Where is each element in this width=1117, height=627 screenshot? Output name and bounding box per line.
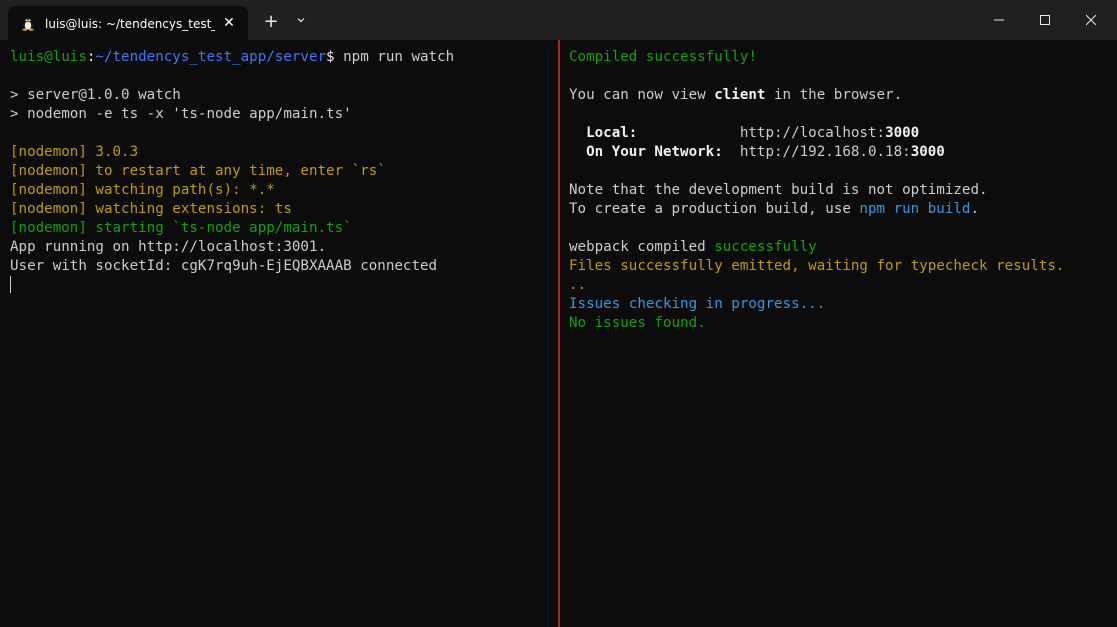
prompt-dollar: $ xyxy=(326,49,344,65)
network-port: 3000 xyxy=(910,144,945,160)
left-terminal-pane[interactable]: luis@luis:~/tendencys_test_app/server$ n… xyxy=(0,40,557,627)
new-tab-button[interactable]: + xyxy=(257,10,285,34)
maximize-button[interactable] xyxy=(1022,0,1068,40)
issues-checking-line: Issues checking in progress... xyxy=(569,296,826,312)
files-emitted-line: Files successfully emitted, waiting for … xyxy=(569,258,1065,274)
view-prefix: You can now view xyxy=(569,87,715,103)
linux-penguin-icon xyxy=(20,15,36,31)
maximize-icon xyxy=(1040,15,1050,25)
title-bar: luis@luis: ~/tendencys_test_a ✕ + xyxy=(0,0,1117,40)
nodemon-line: [nodemon] to restart at any time, enter … xyxy=(10,163,386,179)
webpack-status: successfully xyxy=(714,239,817,255)
chevron-down-icon xyxy=(297,18,305,23)
note-line: To create a production build, use npm ru… xyxy=(569,200,1113,219)
network-line: On Your Network: http://192.168.0.18:300… xyxy=(569,143,1113,162)
nodemon-line: [nodemon] starting `ts-node app/main.ts` xyxy=(10,220,352,236)
script-line: > nodemon -e ts -x 'ts-node app/main.ts' xyxy=(10,106,352,122)
view-line: You can now view client in the browser. xyxy=(569,86,1113,105)
nodemon-line: [nodemon] watching extensions: ts xyxy=(10,201,292,217)
compiled-line: Compiled successfully! xyxy=(569,49,757,65)
prompt-path: ~/tendencys_test_app/server xyxy=(95,49,327,65)
minimize-icon xyxy=(994,19,1004,21)
prompt-user: luis@luis xyxy=(10,49,87,65)
note-suffix: . xyxy=(970,201,980,217)
note-line: Note that the development build is not o… xyxy=(569,182,988,198)
files-emitted-dots: .. xyxy=(569,277,587,293)
view-suffix: in the browser. xyxy=(765,87,903,103)
webpack-prefix: webpack compiled xyxy=(569,239,715,255)
network-url: http://192.168.0.18: xyxy=(739,144,911,160)
nodemon-line: [nodemon] watching path(s): *.* xyxy=(10,182,275,198)
output-line: User with socketId: cgK7rq9uh-EjEQBXAAAB… xyxy=(10,258,438,274)
close-icon xyxy=(1086,15,1096,25)
nodemon-line: [nodemon] 3.0.3 xyxy=(10,144,139,160)
note-prefix: To create a production build, use xyxy=(569,201,860,217)
local-line: Local: http://localhost:3000 xyxy=(569,124,1113,143)
tab-dropdown-button[interactable] xyxy=(287,10,315,34)
output-line: App running on http://localhost:3001. xyxy=(10,239,327,255)
terminal-tab[interactable]: luis@luis: ~/tendencys_test_a ✕ xyxy=(8,6,248,40)
webpack-line: webpack compiled successfully xyxy=(569,238,1113,257)
local-url: http://localhost: xyxy=(739,125,886,141)
right-terminal-pane[interactable]: Compiled successfully! You can now view … xyxy=(561,40,1117,627)
cursor-line xyxy=(10,276,553,295)
tab-title: luis@luis: ~/tendencys_test_a xyxy=(45,17,215,31)
local-label: Local: xyxy=(569,125,740,141)
minimize-button[interactable] xyxy=(976,0,1022,40)
local-port: 3000 xyxy=(885,125,920,141)
text-cursor xyxy=(10,276,11,293)
script-line: > server@1.0.0 watch xyxy=(10,87,181,103)
build-command: npm run build xyxy=(859,201,971,217)
network-label: On Your Network: xyxy=(569,144,740,160)
view-app: client xyxy=(714,87,766,103)
prompt-line: luis@luis:~/tendencys_test_app/server$ n… xyxy=(10,48,553,67)
command-text: npm run watch xyxy=(343,49,455,65)
close-window-button[interactable] xyxy=(1068,0,1114,40)
no-issues-line: No issues found. xyxy=(569,315,706,331)
tab-close-button[interactable]: ✕ xyxy=(218,12,240,34)
